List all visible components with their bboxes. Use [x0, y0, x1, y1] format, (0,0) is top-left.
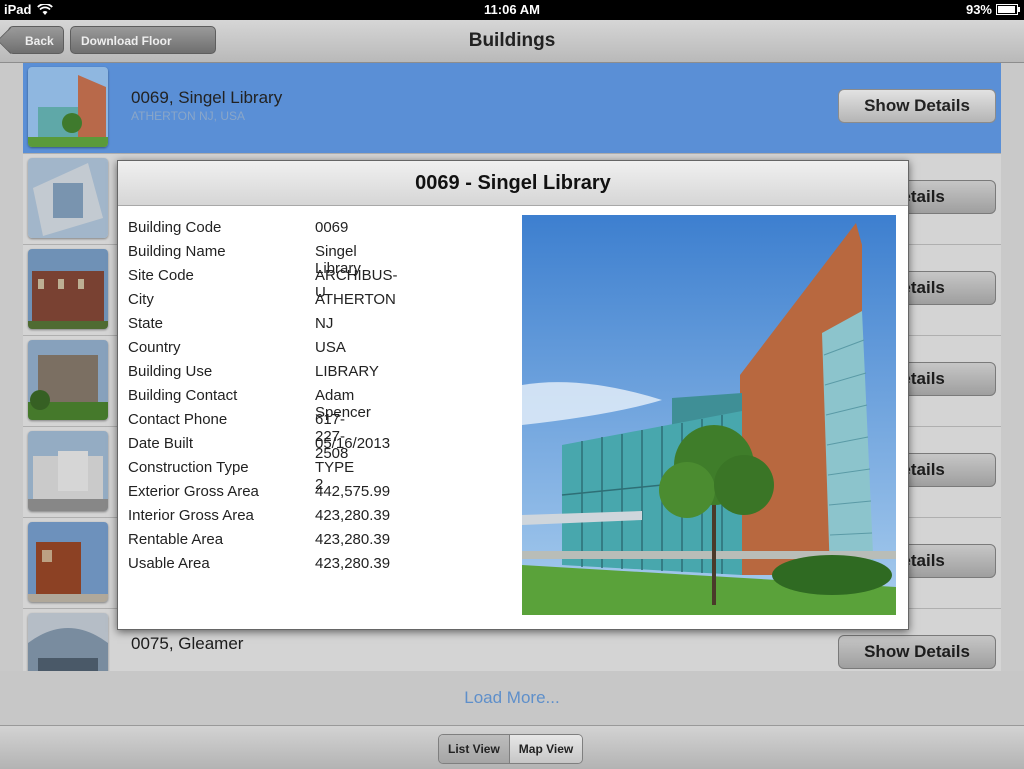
field-label: State: [128, 315, 164, 332]
battery-icon: [996, 4, 1020, 15]
page-title: Buildings: [468, 30, 556, 51]
field-label: Country: [128, 339, 181, 356]
field-label: Rentable Area: [128, 531, 224, 548]
field-label: City: [128, 291, 154, 308]
building-photo: [522, 215, 896, 615]
list-view-tab[interactable]: List View: [439, 735, 510, 763]
field-value: 0069: [315, 219, 349, 236]
building-details-popup: 0069 - Singel Library Building Code 0069 …: [117, 160, 909, 630]
field-value: LIBRARY: [315, 363, 379, 380]
view-switcher: List View Map View: [438, 734, 584, 764]
list-item[interactable]: 0069, Singel Library ATHERTON NJ, USA Sh…: [23, 63, 1001, 154]
field-label: Building Contact: [128, 387, 238, 404]
field-label: Exterior Gross Area: [128, 483, 259, 500]
field-label: Building Use: [128, 363, 213, 380]
field-label: Interior Gross Area: [128, 507, 254, 524]
field-value: ATHERTON: [315, 291, 396, 308]
field-label: Building Name: [128, 243, 226, 260]
field-label: Contact Phone: [128, 411, 228, 428]
field-label: Date Built: [128, 435, 194, 452]
popup-title: 0069 - Singel Library: [118, 161, 908, 206]
field-label: Construction Type: [128, 459, 249, 476]
building-location: ATHERTON NJ, USA: [131, 109, 246, 123]
bottom-toolbar: List View Map View: [0, 725, 1024, 769]
field-value: NJ: [315, 315, 334, 332]
field-label: Building Code: [128, 219, 222, 236]
load-more-link[interactable]: Load More...: [0, 671, 1024, 725]
field-value: 442,575.99: [315, 483, 391, 500]
battery-percent: 93%: [965, 2, 992, 17]
map-view-tab[interactable]: Map View: [509, 735, 583, 763]
field-value: 05/16/2013: [315, 435, 391, 452]
field-value: 423,280.39: [315, 531, 391, 548]
building-name: 0069, Singel Library: [131, 88, 283, 107]
field-label: Site Code: [128, 267, 194, 284]
field-label: Usable Area: [128, 555, 210, 572]
clock: 11:06 AM: [484, 2, 540, 17]
building-thumbnail: [28, 67, 108, 147]
navigation-bar: Back Download Floor Plans Buildings: [0, 20, 1024, 76]
field-value: USA: [315, 339, 346, 356]
show-details-button[interactable]: Show Details: [838, 89, 996, 123]
status-bar: iPad 11:06 AM 93%: [0, 0, 1024, 20]
field-value: 423,280.39: [315, 555, 391, 572]
field-value: 423,280.39: [315, 507, 391, 524]
